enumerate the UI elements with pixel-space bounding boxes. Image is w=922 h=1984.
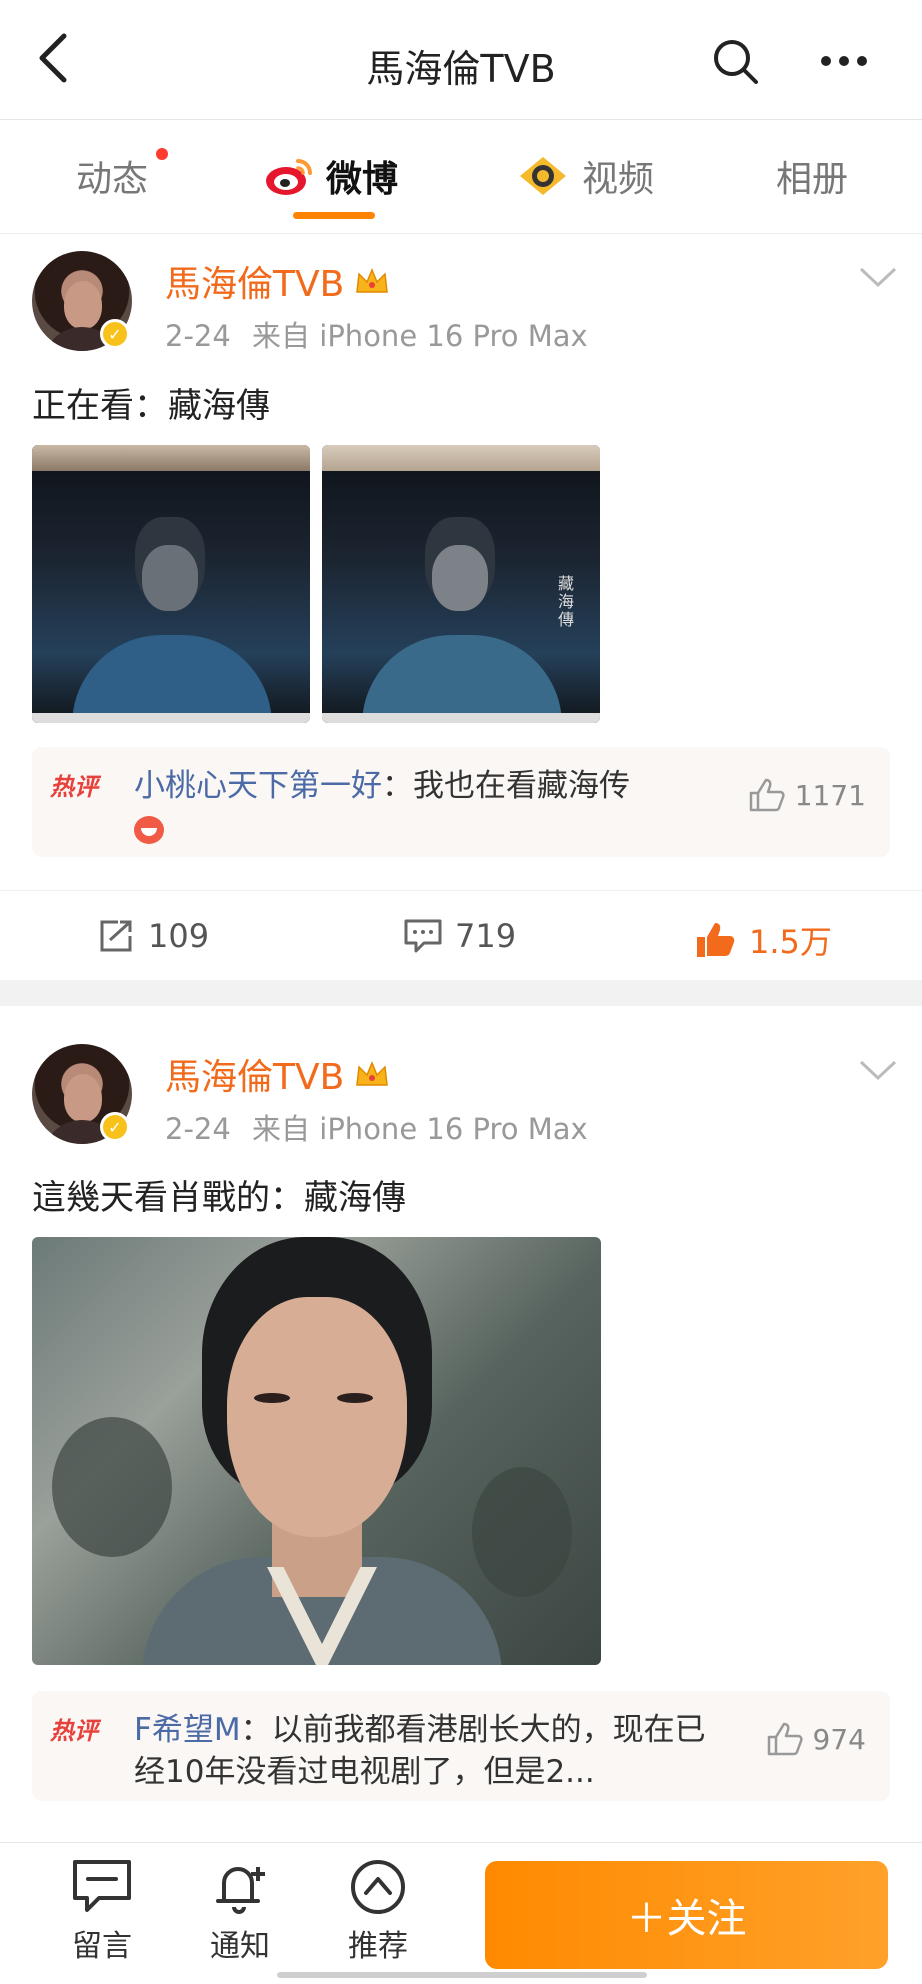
tab-album-label: 相册 <box>776 159 849 200</box>
tab-video[interactable]: 视频 <box>518 150 654 202</box>
post-separator <box>0 980 922 1006</box>
post-text: 這幾天看肖戰的：藏海傳 <box>32 1178 406 1218</box>
emoji-icon <box>134 815 164 844</box>
chevron-down-icon[interactable] <box>858 1058 898 1082</box>
notification-dot <box>156 148 168 160</box>
tab-weibo[interactable]: 微博 <box>264 150 398 202</box>
hot-comment-badge: 热评 <box>50 772 98 801</box>
hot-comment-user[interactable]: 小桃心天下第一好 <box>134 768 382 804</box>
home-indicator <box>277 1972 647 1978</box>
post-meta: 2-24 来自 iPhone 16 Pro Max <box>165 1106 600 1148</box>
profile-tabs: 动态 微博 视频 相册 <box>0 120 922 234</box>
post-username[interactable]: 馬海倫TVB <box>165 255 390 307</box>
repost-button[interactable]: 109 <box>96 917 209 955</box>
page-title: 馬海倫TVB <box>366 47 556 91</box>
crown-vip-icon <box>356 1061 389 1086</box>
post-username[interactable]: 馬海倫TVB <box>165 1048 390 1100</box>
top-nav-bar: 馬海倫TVB <box>0 0 922 120</box>
recommend-button[interactable]: 推荐 <box>328 1857 428 1965</box>
repost-icon <box>100 920 132 952</box>
post-date: 2-24 <box>165 1112 231 1146</box>
like-button[interactable]: 1.5万 <box>695 917 832 963</box>
tab-album[interactable]: 相册 <box>776 150 848 202</box>
hot-comment-badge: 热评 <box>50 1716 98 1745</box>
crown-vip-icon <box>356 268 389 293</box>
post-image[interactable] <box>32 445 310 723</box>
message-icon <box>73 1860 131 1912</box>
video-tab-icon <box>520 157 566 195</box>
post-text: 正在看：藏海傳 <box>32 386 270 426</box>
tab-feed[interactable]: 动态 <box>76 150 148 202</box>
post-image[interactable] <box>32 1237 601 1665</box>
thumbs-up-icon <box>749 778 785 812</box>
search-icon[interactable] <box>710 36 760 86</box>
post-source: 来自 iPhone 16 Pro Max <box>252 319 588 353</box>
tab-video-label: 视频 <box>582 159 655 200</box>
recommend-icon <box>351 1860 405 1914</box>
verified-badge-icon: ✓ <box>100 1112 130 1142</box>
follow-button[interactable]: ＋关注 <box>485 1861 888 1969</box>
bell-plus-icon <box>216 1867 265 1914</box>
message-button[interactable]: 留言 <box>52 1857 152 1965</box>
more-options-icon[interactable] <box>818 38 870 84</box>
hot-comment-user[interactable]: F希望M <box>134 1712 241 1748</box>
chevron-down-icon[interactable] <box>858 265 898 289</box>
hot-comment-like[interactable]: 1171 <box>747 777 866 813</box>
tab-weibo-label: 微博 <box>326 159 399 200</box>
post-date: 2-24 <box>165 319 231 353</box>
post-image[interactable]: 藏海傳 <box>322 445 600 723</box>
image-drama-title: 藏海傳 <box>558 574 575 629</box>
hot-comment-like[interactable]: 974 <box>765 1721 866 1757</box>
post-source: 来自 iPhone 16 Pro Max <box>252 1112 588 1146</box>
hot-comment[interactable]: 热评 F希望M：以前我都看港剧长大的，现在已经10年没看过电视剧了，但是2...… <box>32 1691 890 1801</box>
comment-button[interactable]: 719 <box>403 917 516 955</box>
hot-comment[interactable]: 热评 小桃心天下第一好：我也在看藏海传 1171 <box>32 747 890 857</box>
post-card[interactable]: ✓ 馬海倫TVB 2-24 来自 iPhone 16 Pro Max 這幾天看肖… <box>0 1006 922 1842</box>
notification-button[interactable]: 通知 <box>190 1857 290 1965</box>
weibo-logo-icon <box>266 159 312 195</box>
tab-feed-label: 动态 <box>76 159 149 200</box>
verified-badge-icon: ✓ <box>100 319 130 349</box>
active-tab-indicator <box>293 212 375 219</box>
post-meta: 2-24 来自 iPhone 16 Pro Max <box>165 313 600 355</box>
hot-comment-text: ：我也在看藏海传 <box>382 768 630 804</box>
comment-icon <box>404 919 442 953</box>
bottom-action-bar: 留言 通知 推荐 ＋关注 <box>0 1842 922 1984</box>
thumbs-up-filled-icon <box>697 923 735 957</box>
thumbs-up-icon <box>767 1722 803 1756</box>
post-card[interactable]: ✓ 馬海倫TVB 2-24 来自 iPhone 16 Pro Max 正在看：藏… <box>0 235 922 980</box>
post-actions: 109 719 1.5万 <box>0 890 922 980</box>
